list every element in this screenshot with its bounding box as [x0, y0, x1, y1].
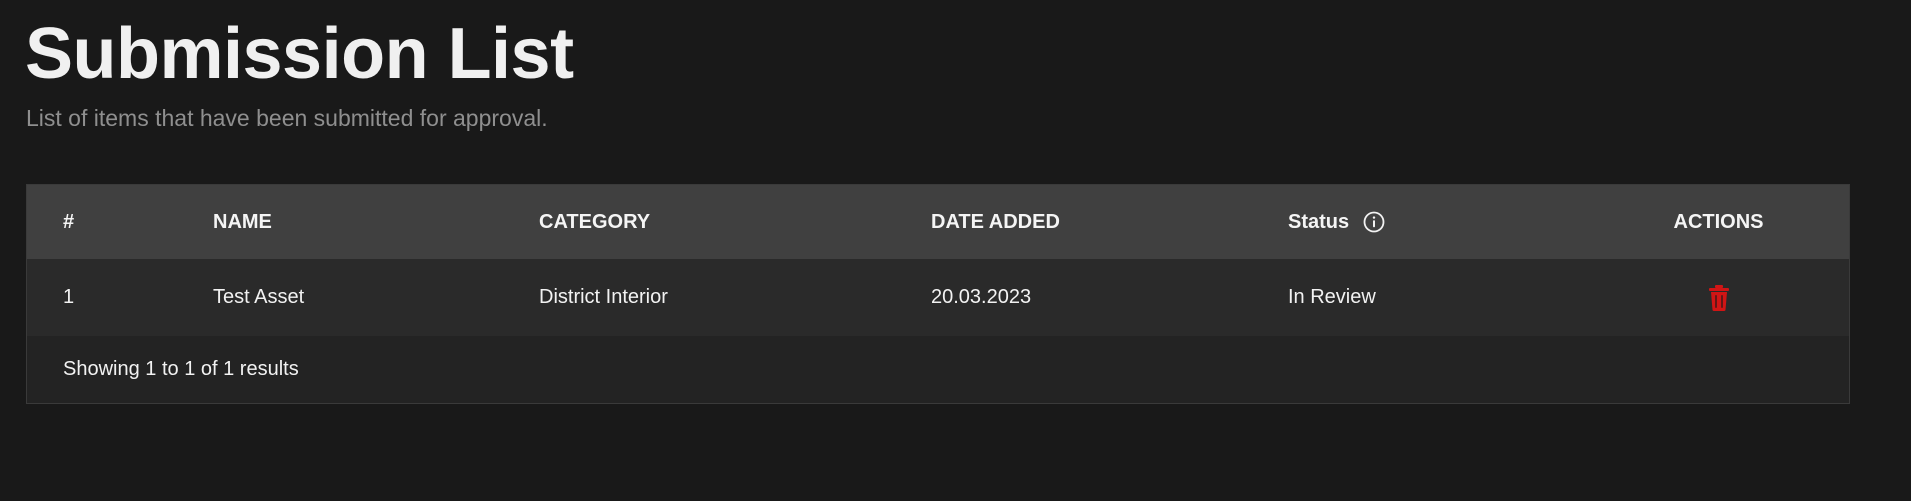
- column-header-date-added: DATE ADDED: [931, 210, 1060, 233]
- column-header-actions: ACTIONS: [1673, 210, 1764, 233]
- page-subtitle: List of items that have been submitted f…: [26, 105, 548, 131]
- page-title: Submission List: [25, 14, 574, 94]
- table-row: 1 Test Asset District Interior 20.03.202…: [27, 259, 1849, 336]
- column-header-status: Status: [1288, 185, 1588, 259]
- submission-table-container: # NAME CATEGORY DATE ADDED Status ACTION…: [26, 184, 1850, 404]
- info-icon[interactable]: [1363, 211, 1385, 233]
- status-header-label: Status: [1288, 210, 1350, 233]
- table-body: 1 Test Asset District Interior 20.03.202…: [27, 259, 1849, 336]
- submission-table: # NAME CATEGORY DATE ADDED Status ACTION…: [27, 185, 1849, 336]
- submission-list-page: Submission List List of items that have …: [0, 0, 1911, 501]
- results-summary: Showing 1 to 1 of 1 results: [27, 336, 1849, 403]
- cell-actions: [1588, 259, 1849, 336]
- table-header: # NAME CATEGORY DATE ADDED Status ACTION…: [27, 185, 1849, 259]
- cell-status: In Review: [1288, 286, 1376, 308]
- cell-date-added: 20.03.2023: [931, 286, 1032, 308]
- column-header-category: CATEGORY: [539, 210, 651, 233]
- cell-category: District Interior: [539, 286, 668, 308]
- trash-icon[interactable]: [1707, 284, 1731, 312]
- status-header-wrap: Status: [1288, 211, 1385, 234]
- column-header-name: NAME: [213, 210, 272, 233]
- table-header-row: # NAME CATEGORY DATE ADDED Status ACTION…: [27, 185, 1849, 259]
- cell-index: 1: [63, 286, 75, 308]
- column-header-index: #: [63, 210, 75, 233]
- cell-name: Test Asset: [213, 286, 305, 308]
